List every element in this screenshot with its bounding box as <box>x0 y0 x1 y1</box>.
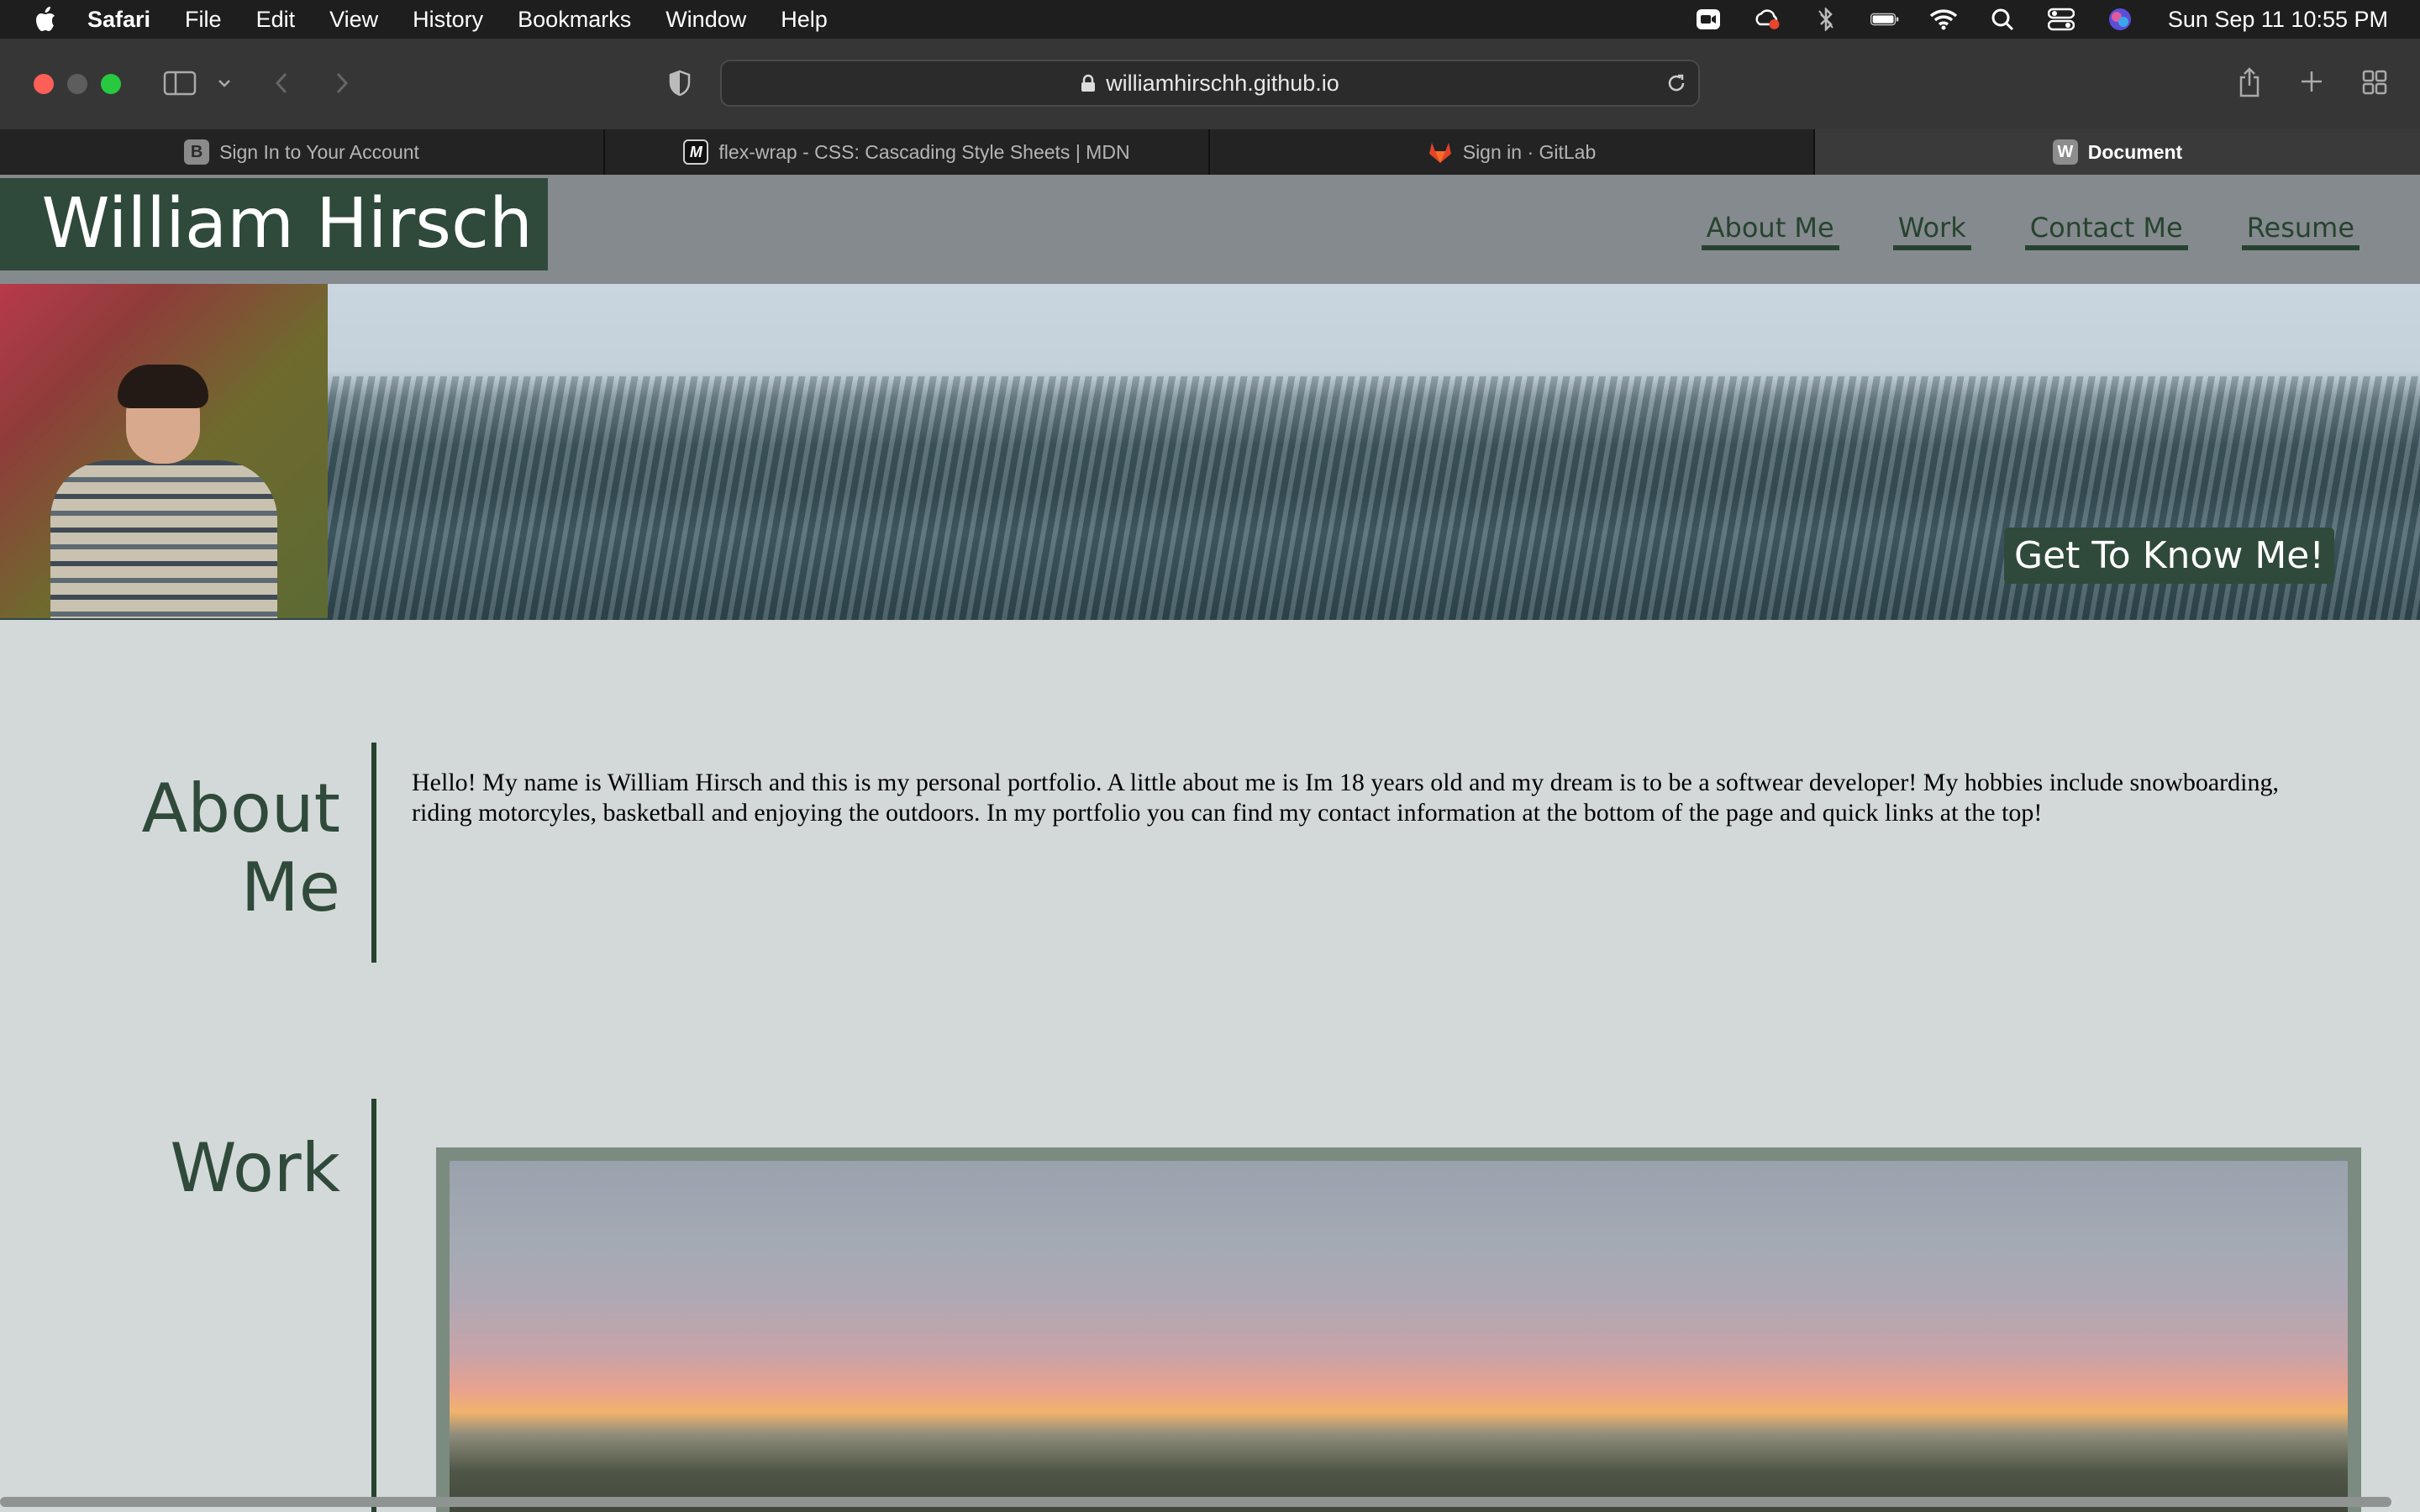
work-section-title: Work <box>170 1129 340 1207</box>
menu-history[interactable]: History <box>413 7 483 33</box>
fullscreen-window-button[interactable] <box>101 74 121 94</box>
nav-link-contact-me[interactable]: Contact Me <box>2024 212 2188 250</box>
work-sunset-image <box>450 1161 2348 1512</box>
spotlight-icon[interactable] <box>1988 8 2017 31</box>
menubar-clock[interactable]: Sun Sep 11 10:55 PM <box>2168 7 2388 33</box>
site-header: William Hirsch About Me Work Contact Me … <box>0 175 2420 284</box>
tab-document-active[interactable]: W Document <box>1815 129 2420 175</box>
tab-label: flex-wrap - CSS: Cascading Style Sheets … <box>718 140 1130 163</box>
get-to-know-me-banner: Get To Know Me! <box>2003 528 2334 584</box>
chevron-down-icon[interactable] <box>215 74 234 92</box>
web-page: William Hirsch About Me Work Contact Me … <box>0 175 2420 1512</box>
menu-app-safari[interactable]: Safari <box>87 7 150 33</box>
tab-overview-icon[interactable] <box>2361 69 2388 96</box>
horizontal-scrollbar[interactable] <box>0 1497 2391 1507</box>
work-project-card[interactable] <box>436 1147 2361 1512</box>
tab-label: Sign in · GitLab <box>1462 140 1597 163</box>
address-bar-url[interactable]: williamhirschh.github.io <box>722 61 1698 105</box>
w-favicon-icon: W <box>2052 139 2078 165</box>
menu-help[interactable]: Help <box>781 7 828 33</box>
address-bar[interactable]: williamhirschh.github.io <box>720 60 1700 107</box>
battery-icon[interactable] <box>1870 8 1899 30</box>
site-nav: About Me Work Contact Me Resume <box>1701 212 2360 250</box>
hero-banner-image: Get To Know Me! <box>0 284 2420 620</box>
b-favicon-icon: B <box>184 139 210 165</box>
bluetooth-icon[interactable] <box>1812 8 1840 31</box>
siri-icon[interactable] <box>2106 8 2134 30</box>
work-divider <box>371 1099 376 1512</box>
site-name: William Hirsch <box>0 178 548 270</box>
about-paragraph: Hello! My name is William Hirsch and thi… <box>412 769 2279 827</box>
minimize-window-button[interactable] <box>67 74 87 94</box>
status-area: Sun Sep 11 10:55 PM <box>1694 0 2388 39</box>
creative-cloud-icon[interactable] <box>1753 8 1781 30</box>
profile-photo-hair <box>118 365 208 408</box>
privacy-shield-icon[interactable] <box>666 69 694 97</box>
share-icon[interactable] <box>2235 66 2264 99</box>
profile-photo <box>0 284 328 618</box>
tab-sign-in-account[interactable]: B Sign In to Your Account <box>0 129 605 175</box>
close-window-button[interactable] <box>34 74 54 94</box>
new-tab-plus-icon[interactable] <box>2299 69 2324 94</box>
nav-link-work[interactable]: Work <box>1892 212 1971 250</box>
about-section-title: About Me <box>141 769 340 927</box>
menu-bookmarks[interactable]: Bookmarks <box>518 7 631 33</box>
tab-mdn-flex-wrap[interactable]: M flex-wrap - CSS: Cascading Style Sheet… <box>605 129 1210 175</box>
sidebar-toggle-icon[interactable] <box>163 69 197 97</box>
tab-gitlab[interactable]: Sign in · GitLab <box>1210 129 1815 175</box>
url-text: williamhirschh.github.io <box>1106 71 1339 96</box>
reload-icon[interactable] <box>1665 71 1688 95</box>
menu-view[interactable]: View <box>329 7 378 33</box>
nav-link-about-me[interactable]: About Me <box>1701 212 1839 250</box>
zoom-icon[interactable] <box>1694 8 1723 30</box>
profile-photo-shirt <box>50 460 277 618</box>
lock-icon <box>1081 63 1096 107</box>
tab-label: Sign In to Your Account <box>219 140 419 163</box>
gitlab-favicon-icon <box>1428 139 1453 165</box>
wifi-icon[interactable] <box>1929 8 1958 30</box>
mdn-favicon-icon: M <box>683 139 709 165</box>
menu-window[interactable]: Window <box>666 7 746 33</box>
back-arrow-icon[interactable] <box>271 69 292 97</box>
about-divider <box>371 743 376 963</box>
tab-bar: B Sign In to Your Account M flex-wrap - … <box>0 129 2420 175</box>
forward-arrow-icon[interactable] <box>331 69 353 97</box>
control-center-icon[interactable] <box>2047 8 2075 31</box>
menu-file[interactable]: File <box>185 7 222 33</box>
apple-menu-icon[interactable] <box>32 6 57 33</box>
nav-link-resume[interactable]: Resume <box>2241 212 2360 250</box>
tab-label: Document <box>2087 140 2183 163</box>
macos-menu-bar: Safari File Edit View History Bookmarks … <box>0 0 2420 39</box>
menu-edit[interactable]: Edit <box>256 7 296 33</box>
